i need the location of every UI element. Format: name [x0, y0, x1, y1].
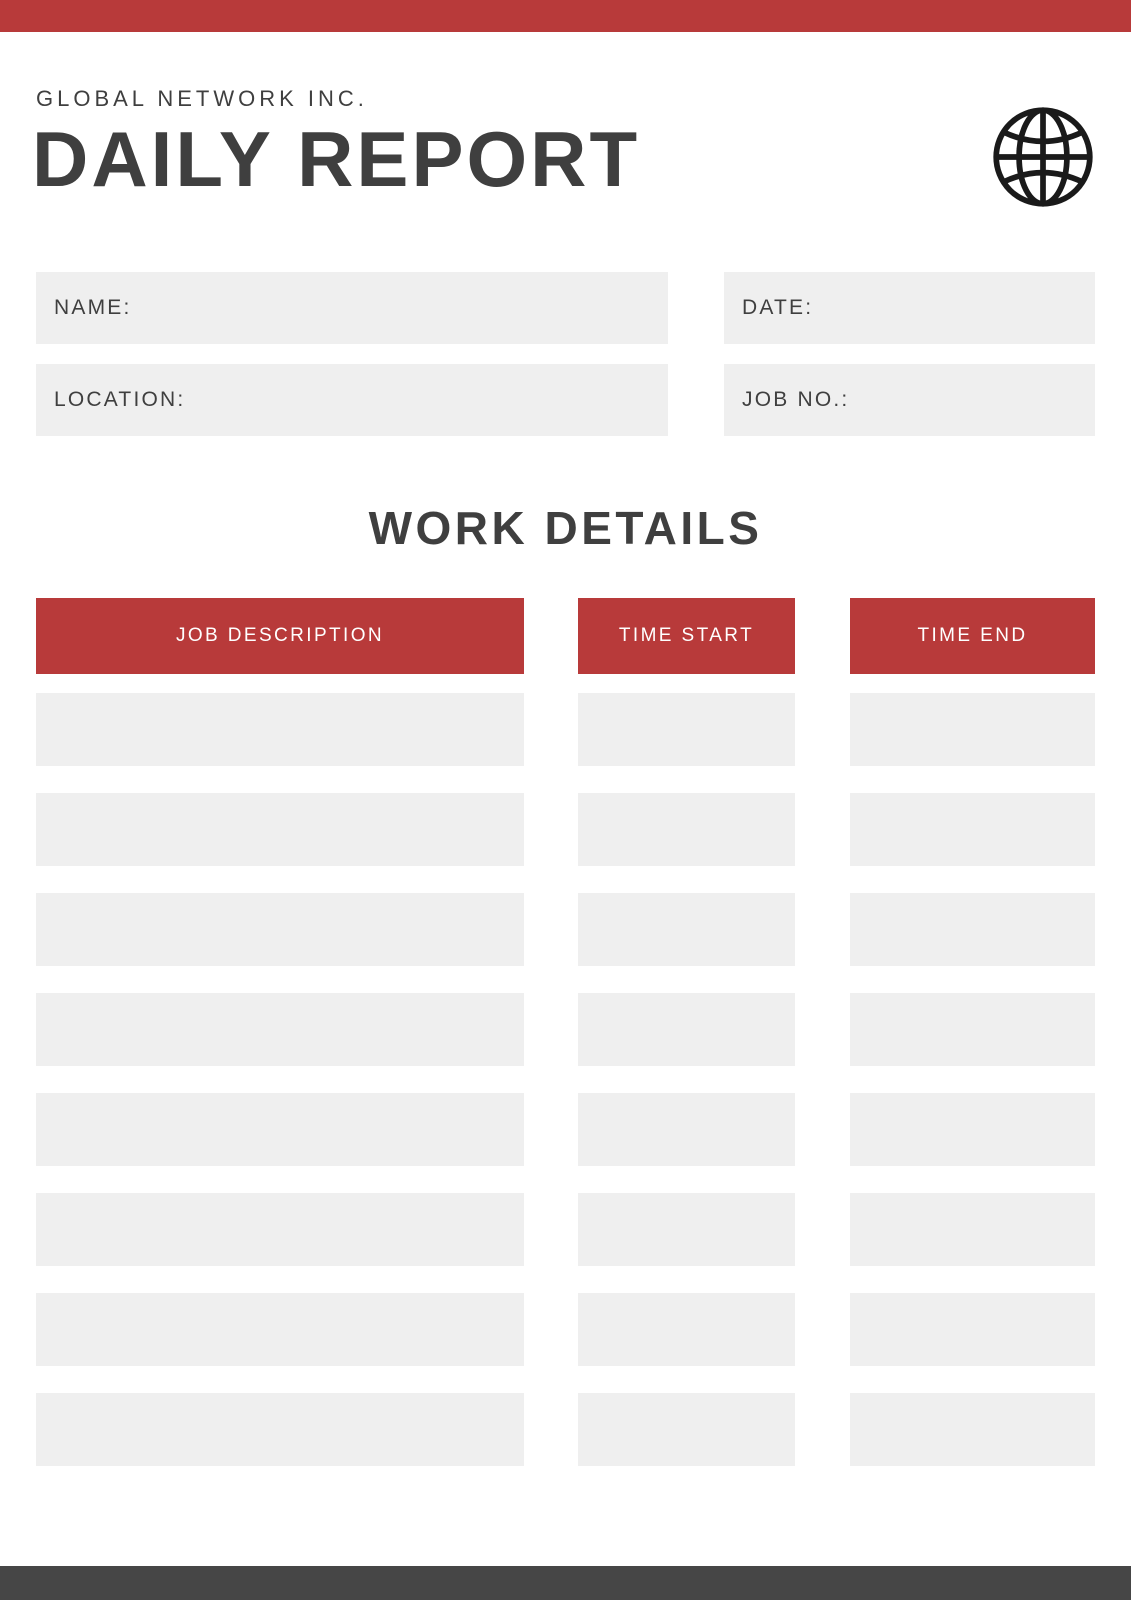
page-title: DAILY REPORT [32, 115, 641, 203]
cell-time-start[interactable] [578, 693, 795, 766]
cell-time-start[interactable] [578, 1093, 795, 1166]
column-gap [795, 1293, 850, 1366]
job-no-field[interactable]: JOB NO.: [724, 364, 1095, 436]
column-gap [524, 693, 578, 766]
cell-time-end[interactable] [850, 1393, 1095, 1466]
column-gap [795, 1093, 850, 1166]
column-header-time-start: TIME START [578, 598, 795, 674]
name-field-label: NAME: [54, 296, 132, 319]
globe-icon [991, 105, 1095, 209]
cell-time-end[interactable] [850, 1193, 1095, 1266]
cell-job-description[interactable] [36, 793, 524, 866]
column-header-job-description: JOB DESCRIPTION [36, 598, 524, 674]
column-gap [795, 598, 850, 674]
column-gap [524, 1193, 578, 1266]
location-field-label: LOCATION: [54, 388, 186, 411]
column-gap [524, 598, 578, 674]
cell-time-start[interactable] [578, 793, 795, 866]
column-gap [795, 793, 850, 866]
cell-time-start[interactable] [578, 1393, 795, 1466]
column-gap [795, 1193, 850, 1266]
table-row [36, 1293, 1095, 1366]
cell-time-end[interactable] [850, 793, 1095, 866]
document-header: GLOBAL NETWORK INC. DAILY REPORT [32, 32, 1095, 228]
table-row [36, 793, 1095, 866]
top-accent-bar [0, 0, 1131, 32]
column-gap [524, 793, 578, 866]
cell-job-description[interactable] [36, 1093, 524, 1166]
cell-job-description[interactable] [36, 693, 524, 766]
table-header-row: JOB DESCRIPTION TIME START TIME END [36, 598, 1095, 674]
cell-time-end[interactable] [850, 1293, 1095, 1366]
column-gap [795, 693, 850, 766]
cell-time-end[interactable] [850, 693, 1095, 766]
column-gap [795, 893, 850, 966]
table-row [36, 1393, 1095, 1466]
column-gap [795, 1393, 850, 1466]
cell-time-start[interactable] [578, 893, 795, 966]
cell-time-end[interactable] [850, 993, 1095, 1066]
bottom-accent-bar [0, 1566, 1131, 1600]
column-gap [524, 1293, 578, 1366]
cell-time-end[interactable] [850, 1093, 1095, 1166]
column-header-job-description-label: JOB DESCRIPTION [175, 625, 385, 646]
table-row [36, 1193, 1095, 1266]
company-name: GLOBAL NETWORK INC. [36, 86, 368, 111]
table-row [36, 893, 1095, 966]
table-row [36, 1093, 1095, 1166]
date-field-label: DATE: [742, 296, 814, 319]
table-body [36, 693, 1095, 1466]
cell-time-end[interactable] [850, 893, 1095, 966]
work-details-heading: WORK DETAILS [368, 502, 763, 554]
cell-job-description[interactable] [36, 1193, 524, 1266]
meta-fields: NAME: DATE: LOCATION: JOB NO.: [36, 272, 1095, 456]
daily-report-page: GLOBAL NETWORK INC. DAILY REPORT NAME: D… [0, 0, 1131, 1600]
table-row [36, 993, 1095, 1066]
cell-job-description[interactable] [36, 1393, 524, 1466]
location-field[interactable]: LOCATION: [36, 364, 668, 436]
table-row [36, 693, 1095, 766]
cell-time-start[interactable] [578, 993, 795, 1066]
column-header-time-start-label: TIME START [618, 625, 755, 646]
column-gap [524, 1393, 578, 1466]
meta-row: NAME: DATE: [36, 272, 1095, 344]
meta-row: LOCATION: JOB NO.: [36, 364, 1095, 436]
column-gap [795, 993, 850, 1066]
work-details-table: JOB DESCRIPTION TIME START TIME END [36, 598, 1095, 1493]
cell-job-description[interactable] [36, 893, 524, 966]
cell-job-description[interactable] [36, 1293, 524, 1366]
cell-job-description[interactable] [36, 993, 524, 1066]
job-no-field-label: JOB NO.: [742, 388, 850, 411]
column-gap [524, 1093, 578, 1166]
column-header-time-end-label: TIME END [917, 625, 1028, 646]
column-gap [524, 893, 578, 966]
cell-time-start[interactable] [578, 1293, 795, 1366]
column-header-time-end: TIME END [850, 598, 1095, 674]
column-gap [524, 993, 578, 1066]
name-field[interactable]: NAME: [36, 272, 668, 344]
cell-time-start[interactable] [578, 1193, 795, 1266]
date-field[interactable]: DATE: [724, 272, 1095, 344]
